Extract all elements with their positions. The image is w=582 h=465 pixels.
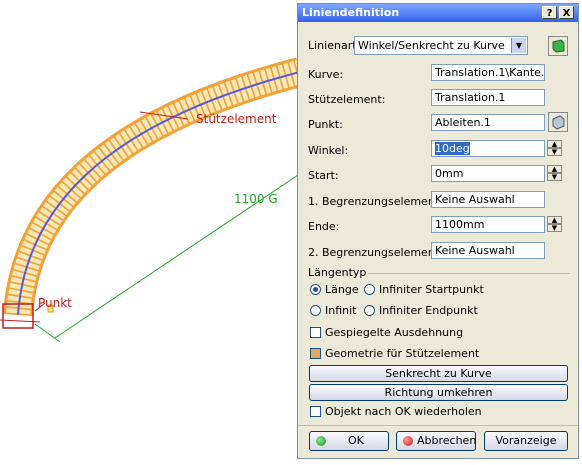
richtung-button[interactable]: Richtung umkehren [309, 384, 568, 401]
winkel-label: Winkel: [308, 144, 349, 157]
start-spinner[interactable]: ▲ ▼ [547, 165, 562, 182]
ende-label: Ende: [308, 220, 340, 233]
senkrecht-button[interactable]: Senkrecht zu Kurve [309, 365, 568, 382]
ok-label: OK [348, 434, 364, 447]
stuetzelement-label: Stützelement: [308, 93, 386, 106]
winkel-spinner[interactable]: ▲ ▼ [547, 140, 562, 157]
radio-inf-start[interactable] [364, 284, 375, 295]
start-label: Start: [308, 169, 339, 182]
check-geometrie-label[interactable]: Geometrie für Stützelement [325, 347, 479, 360]
check-wiederholen-label[interactable]: Objekt nach OK wiederholen [325, 405, 482, 418]
winkel-value: 10deg [435, 142, 470, 155]
begrenzung1-label: 1. Begrenzungselement: [308, 195, 443, 208]
radio-inf-ende-label[interactable]: Infiniter Endpunkt [379, 304, 478, 317]
liniendefinition-dialog: Liniendefinition ? X Linienart: Winkel/S… [297, 3, 579, 459]
ende-field[interactable]: 1100mm [431, 216, 545, 233]
check-gespiegelt-label[interactable]: Gespiegelte Ausdehnung [325, 326, 463, 339]
dialog-title: Liniendefinition [302, 6, 400, 19]
help-button[interactable]: ? [542, 6, 557, 19]
radio-inf-ende[interactable] [364, 305, 375, 316]
check-geometrie[interactable] [310, 348, 321, 359]
radio-infinit-label[interactable]: Infinit [325, 304, 357, 317]
begrenzung1-field[interactable]: Keine Auswahl [431, 191, 545, 208]
linienart-value: Winkel/Senkrecht zu Kurve [358, 39, 505, 52]
punkt-options-button[interactable] [548, 112, 568, 132]
stuetzelement-field[interactable]: Translation.1 [431, 89, 545, 106]
spin-down-icon[interactable]: ▼ [547, 224, 562, 232]
spin-up-icon[interactable]: ▲ [547, 165, 562, 173]
ok-button[interactable]: OK [309, 431, 389, 451]
begrenzung2-label: 2. Begrenzungselement: [308, 246, 443, 259]
radio-laenge[interactable] [310, 284, 321, 295]
linetype-options-button[interactable] [548, 36, 568, 56]
radio-laenge-label[interactable]: Länge [325, 283, 359, 296]
radio-infinit[interactable] [310, 305, 321, 316]
spin-up-icon[interactable]: ▲ [547, 216, 562, 224]
punkt-field[interactable]: Ableiten.1 [431, 114, 545, 131]
kurve-label: Kurve: [308, 68, 344, 81]
punkt-label: Punkt: [308, 118, 343, 131]
ok-icon [316, 436, 326, 446]
voranzeige-button[interactable]: Voranzeige [484, 431, 568, 451]
footer-divider [298, 425, 578, 426]
spin-down-icon[interactable]: ▼ [547, 148, 562, 156]
dimension-tick [34, 323, 61, 343]
geometry-canvas[interactable] [0, 0, 304, 462]
spin-down-icon[interactable]: ▼ [547, 173, 562, 181]
winkel-field[interactable]: 10deg [431, 140, 545, 157]
linienart-label: Linienart: [308, 39, 361, 52]
chevron-down-icon[interactable]: ▼ [511, 38, 526, 53]
radio-inf-start-label[interactable]: Infiniter Startpunkt [379, 283, 484, 296]
kurve-field[interactable]: Translation.1\Kante.2 [431, 64, 545, 81]
cube-icon [552, 39, 565, 53]
group-divider [368, 273, 570, 274]
linienart-select[interactable]: Winkel/Senkrecht zu Kurve ▼ [354, 36, 528, 55]
close-button[interactable]: X [559, 6, 574, 19]
laengentyp-label: Längentyp [308, 266, 367, 279]
label-punkt: Punkt [38, 296, 72, 310]
spin-up-icon[interactable]: ▲ [547, 140, 562, 148]
abbrechen-button[interactable]: Abbrechen [396, 431, 476, 451]
check-wiederholen[interactable] [310, 406, 321, 417]
label-stuetzelement: Stützelement [196, 112, 277, 126]
start-field[interactable]: 0mm [431, 165, 545, 182]
ende-spinner[interactable]: ▲ ▼ [547, 216, 562, 233]
abbrechen-label: Abbrechen [417, 434, 477, 447]
cancel-icon [403, 436, 413, 446]
check-gespiegelt[interactable] [310, 327, 321, 338]
begrenzung2-field[interactable]: Keine Auswahl [431, 242, 545, 259]
label-dimension: 1100 G [234, 192, 278, 206]
3d-viewport[interactable]: Stützelement 1100 G Punkt [0, 0, 304, 462]
cube-icon [552, 115, 565, 130]
title-bar[interactable]: Liniendefinition ? X [298, 4, 578, 22]
